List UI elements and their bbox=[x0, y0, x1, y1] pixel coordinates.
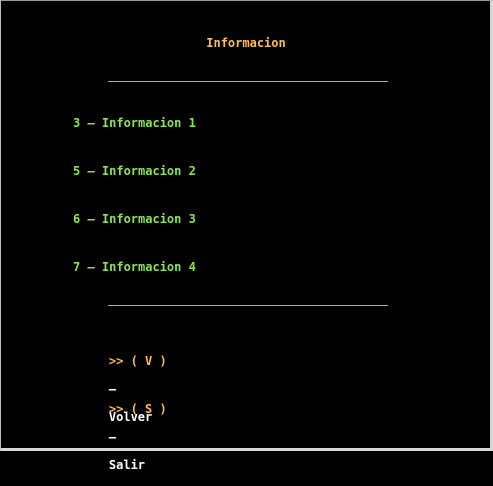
top-divider bbox=[108, 81, 388, 82]
bottom-divider bbox=[108, 305, 388, 306]
salir-label: Salir bbox=[108, 458, 146, 472]
terminal-window: Informacion 3 – Informacion 1 5 – Inform… bbox=[0, 0, 493, 472]
menu-item-informacion-4[interactable]: 7 – Informacion 4 bbox=[73, 260, 196, 274]
menu-item-informacion-1[interactable]: 3 – Informacion 1 bbox=[73, 116, 196, 130]
salir-key-prompt: >> ( S ) bbox=[108, 402, 167, 416]
volver-key-prompt: >> ( V ) bbox=[108, 354, 167, 368]
menu-item-informacion-2[interactable]: 5 – Informacion 2 bbox=[73, 164, 196, 178]
salir-separator: – bbox=[108, 430, 117, 444]
salir-option[interactable]: >> ( S ) – Salir bbox=[80, 388, 167, 486]
menu-item-informacion-3[interactable]: 6 – Informacion 3 bbox=[73, 212, 196, 226]
page-title: Informacion bbox=[206, 36, 286, 50]
